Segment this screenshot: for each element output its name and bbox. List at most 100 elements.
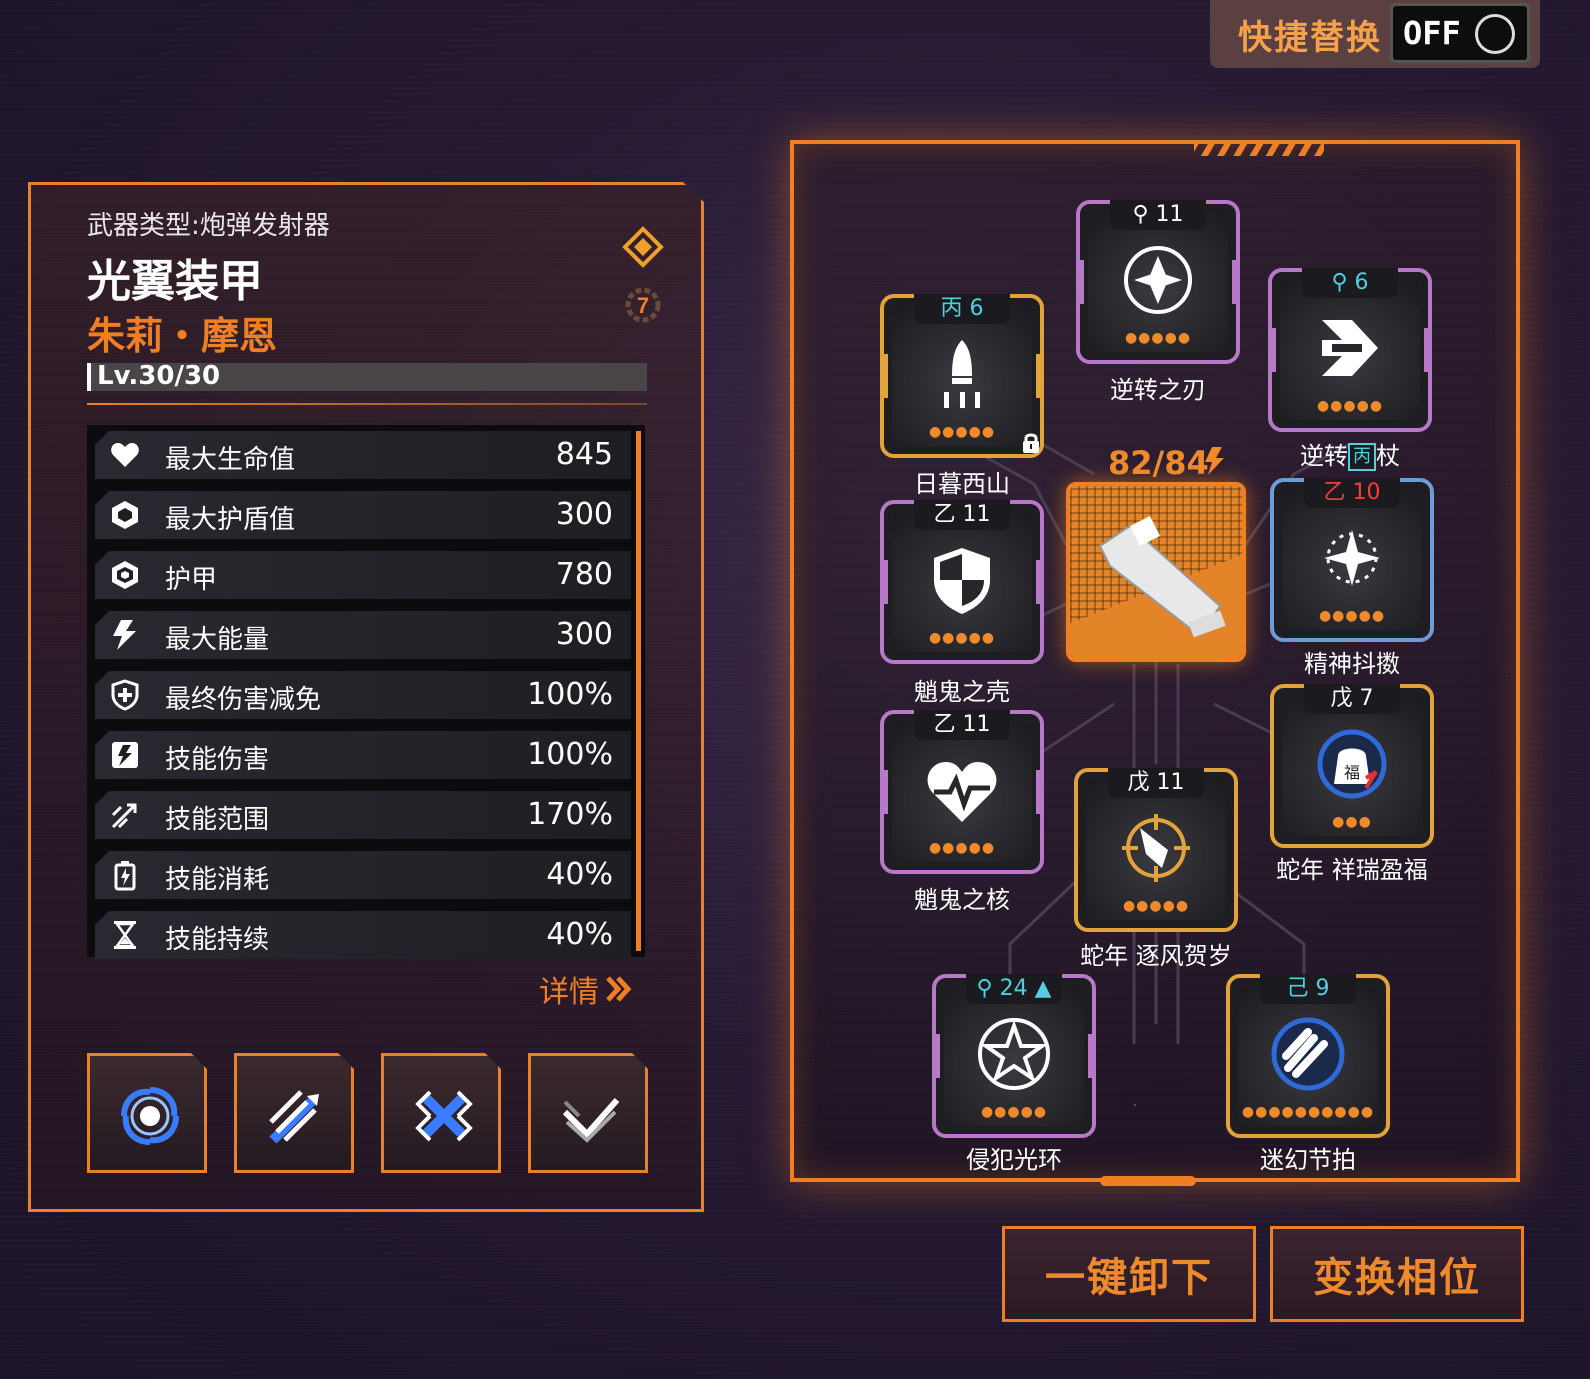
stat-row-max-hp: 最大生命值 845 [95, 431, 631, 479]
firework-icon [1122, 814, 1190, 882]
module-rank-bar [1036, 770, 1044, 814]
module-rank-bar [932, 1034, 940, 1078]
module-name: 蛇年 逐风贺岁 [1080, 942, 1232, 970]
module-invader[interactable]: ⚲ 24 ▲ ●●●●● [932, 974, 1096, 1138]
stat-row-armor: 护甲 780 [95, 551, 631, 599]
module-name: 蛇年 祥瑞盈福 [1276, 856, 1428, 884]
rank-diamond-icon [622, 226, 664, 268]
module-stars: ●●●●●●●●●● [1241, 1104, 1375, 1120]
pin-icon: ⚲ [1132, 202, 1156, 227]
module-sunset[interactable]: 丙 6 ●●●●● [880, 294, 1044, 458]
lock-icon [1023, 433, 1039, 453]
module-tag-level: 11 [1155, 202, 1184, 227]
stat-label: 技能范围 [165, 805, 270, 835]
module-stars: ●●●●● [928, 840, 996, 856]
module-name: 迷幻节拍 [1260, 1146, 1356, 1174]
bullets-icon [1271, 1017, 1345, 1091]
module-stars: ●●●●● [1124, 330, 1192, 346]
stat-row-skill-range: 技能范围 170% [95, 791, 631, 839]
stat-value: 40% [546, 917, 613, 952]
level-text: Lv.30/30 [97, 361, 221, 391]
stat-label: 最终伤害减免 [165, 685, 322, 715]
module-stars: ●●●●● [928, 630, 996, 646]
divider [87, 403, 647, 405]
module-name-left: 逆转 [1300, 442, 1348, 470]
module-rank-bar [1232, 260, 1240, 304]
module-rank-bar [1424, 328, 1432, 372]
detail-link[interactable]: 详情 [539, 967, 633, 1011]
module-ghost-core[interactable]: 乙 11 ●●●●● [880, 710, 1044, 874]
stat-row-max-shield: 最大护盾值 300 [95, 491, 631, 539]
skill-slot-cross[interactable] [381, 1053, 501, 1173]
stat-label: 技能持续 [165, 925, 270, 955]
module-rank-bar [880, 354, 888, 398]
module-name: 魈鬼之壳 [914, 678, 1010, 706]
wing-skill-icon [562, 1098, 620, 1143]
toggle-knob [1475, 14, 1515, 54]
stat-value: 845 [555, 437, 613, 472]
stat-row-skill-damage: 技能伤害 100% [95, 731, 631, 779]
stat-label: 最大能量 [165, 625, 270, 655]
shield-hex-icon [112, 501, 138, 529]
module-spirit[interactable]: 乙 10 ●●●●● [1270, 478, 1434, 642]
missiles-skill-icon [269, 1090, 319, 1144]
weapon-info-panel: 武器类型:炮弹发射器 光翼装甲 朱莉・摩恩 7 Lv.30/30 最大生命值 8… [28, 182, 704, 1212]
module-reverse-blade[interactable]: ⚲ 11 ●●●●● [1076, 200, 1240, 364]
tier-number: 7 [637, 293, 649, 318]
diamond-sparkle-icon [1124, 246, 1192, 314]
skill-slot-vortex[interactable] [87, 1053, 207, 1173]
module-stars: ●●●●● [1318, 608, 1386, 624]
hourglass-icon [114, 921, 136, 949]
module-tag: 戊 7 [1304, 684, 1400, 714]
skill-slot-missiles[interactable] [234, 1053, 354, 1173]
heart-pulse-icon [927, 762, 997, 822]
heart-icon [111, 443, 139, 467]
module-tag: 丙 6 [914, 294, 1010, 324]
stat-row-skill-cost: 技能消耗 40% [95, 851, 631, 899]
module-rank-bar [880, 560, 888, 604]
unload-all-button[interactable]: 一键卸下 [1002, 1226, 1256, 1322]
skill-range-icon [111, 803, 137, 829]
double-chevron-right-icon [606, 976, 632, 1002]
module-tag: 乙 11 [914, 500, 1010, 530]
armor-hex-icon [112, 561, 138, 589]
module-rank-bar [1076, 260, 1084, 304]
skill-damage-icon [112, 742, 138, 768]
armor-piece-icon [1098, 516, 1226, 638]
battery-icon [114, 861, 136, 891]
shield-plus-icon [111, 679, 139, 711]
pin-icon: ⚲ [976, 976, 1000, 1001]
overlay-grade-tag: 丙 [1348, 443, 1376, 471]
stat-label: 最大护盾值 [165, 505, 296, 535]
toggle-state-text: OFF [1403, 14, 1461, 52]
module-panel: 丙 6 ●●●●● 日暮西山 ⚲ 11 ●●●●● 逆转之刃 ⚲ 6 ●●●●●… [790, 140, 1520, 1186]
module-name: 侵犯光环 [966, 1146, 1062, 1174]
module-snake-luck[interactable]: 戊 7 福 ●●● [1270, 684, 1434, 848]
module-tag: ⚲ 11 [1110, 200, 1206, 230]
swap-phase-button[interactable]: 变换相位 [1270, 1226, 1524, 1322]
module-reverse-staff[interactable]: ⚲ 6 ●●●●● [1268, 268, 1432, 432]
pin-icon: ⚲ [1331, 270, 1355, 295]
upgrade-arrow-icon: ▲ [1027, 976, 1052, 1001]
weapon-name: 光翼装甲 [87, 256, 263, 307]
core-capacity: 82/84 [1108, 444, 1209, 482]
weapon-core-slot[interactable] [1066, 482, 1246, 662]
module-rank-bar [1036, 560, 1044, 604]
module-rank-bar [1088, 1034, 1096, 1078]
shield-icon [934, 548, 990, 614]
module-rank-bar [1268, 328, 1276, 372]
stat-label: 护甲 [165, 565, 218, 595]
module-ghost-shell[interactable]: 乙 11 ●●●●● [880, 500, 1044, 664]
module-name-right: 杖 [1376, 442, 1400, 470]
module-rank-bar [880, 770, 888, 814]
module-rhythm[interactable]: 己 9 ●●●●●●●●●● [1226, 974, 1390, 1138]
module-tag: 戊 11 [1108, 768, 1204, 798]
module-snake-wind[interactable]: 戊 11 ●●●●● [1074, 768, 1238, 932]
stats-list[interactable]: 最大生命值 845 最大护盾值 300 护甲 780 最大能量 300 最终伤害… [87, 425, 645, 959]
skill-slot-wing[interactable] [528, 1053, 648, 1173]
module-tag: 己 9 [1260, 974, 1356, 1004]
quick-replace-label: 快捷替换 [1238, 17, 1382, 58]
stats-scrollbar[interactable] [636, 431, 641, 951]
stat-value: 40% [546, 857, 613, 892]
quick-replace-toggle[interactable]: OFF [1390, 3, 1530, 63]
